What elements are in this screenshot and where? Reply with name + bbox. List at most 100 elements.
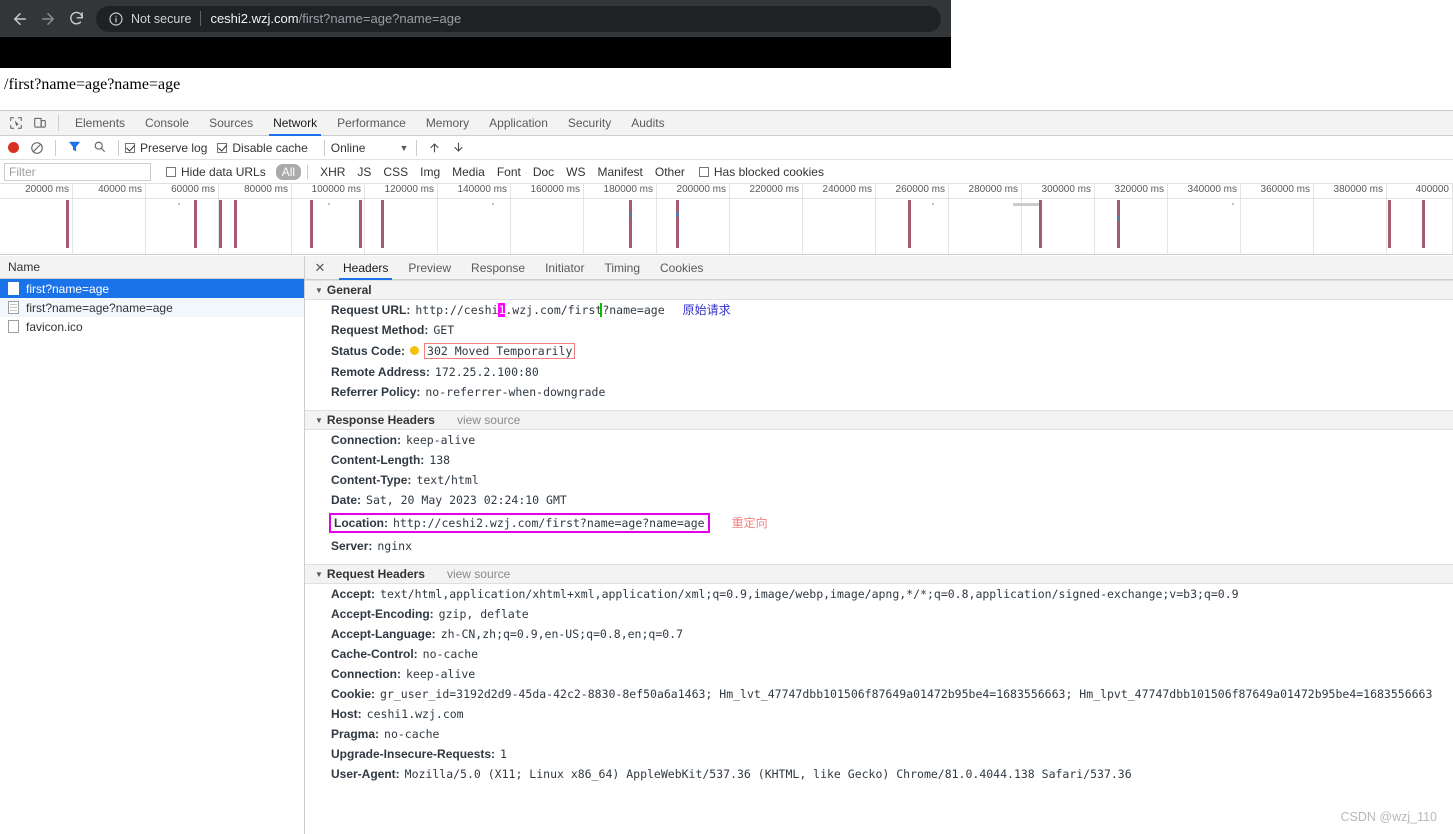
filter-type-xhr[interactable]: XHR <box>314 164 351 180</box>
inspect-element-icon[interactable] <box>4 112 28 134</box>
overview-tick-label: 360000 ms <box>1260 184 1310 195</box>
overview-request-dot <box>328 203 330 205</box>
security-status-label: Not secure <box>131 11 192 26</box>
header-value: 138 <box>429 453 451 467</box>
view-source-link[interactable]: view source <box>447 567 510 581</box>
url-path: /first?name=age?name=age <box>298 11 462 26</box>
tab-sources[interactable]: Sources <box>199 111 263 136</box>
request-url-query-annotation: ?name=age <box>600 303 665 317</box>
request-row-favicon[interactable]: favicon.ico <box>0 317 304 336</box>
section-request-headers[interactable]: ▼ Request Headers view source <box>305 564 1453 584</box>
checkbox-box <box>166 166 176 177</box>
tab-headers[interactable]: Headers <box>333 256 398 280</box>
row-server: Server: nginx <box>305 536 1453 556</box>
row-pragma: Pragma: no-cache <box>305 724 1453 744</box>
header-value: text/html,application/xhtml+xml,applicat… <box>380 587 1239 601</box>
network-filterbar: Hide data URLs All XHR JS CSS Img Media … <box>0 160 1453 184</box>
request-list-header[interactable]: Name <box>0 256 304 279</box>
device-toolbar-icon[interactable] <box>28 112 52 134</box>
toolbar-divider <box>323 139 325 156</box>
referrer-policy-label: Referrer Policy: <box>331 385 421 399</box>
filter-type-other[interactable]: Other <box>649 164 691 180</box>
filter-type-js[interactable]: JS <box>351 164 377 180</box>
tab-console[interactable]: Console <box>135 111 199 136</box>
request-list-panel: Name first?name=age first?name=age?name=… <box>0 256 305 834</box>
view-source-link[interactable]: view source <box>457 413 520 427</box>
tab-elements[interactable]: Elements <box>65 111 135 136</box>
overview-request-bar <box>1117 200 1120 248</box>
tab-preview[interactable]: Preview <box>398 256 461 280</box>
page-viewport <box>0 68 1453 110</box>
throttling-dropdown[interactable]: Online ▼ <box>331 141 411 155</box>
annotation-redirect: 重定向 <box>731 516 768 530</box>
filter-type-ws[interactable]: WS <box>560 164 591 180</box>
preserve-log-checkbox[interactable]: Preserve log <box>125 141 207 155</box>
row-cache-control: Cache-Control: no-cache <box>305 644 1453 664</box>
tab-network[interactable]: Network <box>263 111 327 136</box>
network-overview-timeline[interactable]: 20000 ms 40000 ms 60000 ms 80000 ms 1000… <box>0 184 1453 255</box>
close-icon[interactable]: ✕ <box>311 259 329 277</box>
overview-tick-label: 340000 ms <box>1187 184 1237 195</box>
export-har-icon[interactable] <box>452 141 466 155</box>
tab-audits[interactable]: Audits <box>621 111 674 136</box>
tab-memory[interactable]: Memory <box>416 111 479 136</box>
request-url-value: http://ceshi1.wzj.com/first?name=age <box>415 303 665 317</box>
section-general[interactable]: ▼ General <box>305 280 1453 300</box>
disable-cache-checkbox[interactable]: Disable cache <box>217 141 308 155</box>
filter-type-img[interactable]: Img <box>414 164 446 180</box>
has-blocked-cookies-label: Has blocked cookies <box>713 164 824 179</box>
overview-tick-label: 220000 ms <box>749 184 799 195</box>
info-circle-icon[interactable] <box>108 11 124 27</box>
tab-application[interactable]: Application <box>479 111 558 136</box>
tab-timing[interactable]: Timing <box>594 256 650 280</box>
record-stop-icon[interactable] <box>8 142 19 153</box>
reload-icon[interactable] <box>62 5 90 33</box>
section-response-headers[interactable]: ▼ Response Headers view source <box>305 410 1453 430</box>
funnel-filter-icon[interactable] <box>68 140 81 156</box>
remote-address-value: 172.25.2.100:80 <box>434 365 539 379</box>
filter-type-all[interactable]: All <box>275 163 302 180</box>
request-url-prefix: http://ceshi <box>415 303 499 317</box>
has-blocked-cookies-checkbox[interactable]: Has blocked cookies <box>698 164 824 179</box>
tab-response[interactable]: Response <box>461 256 535 280</box>
row-remote-address: Remote Address: 172.25.2.100:80 <box>305 362 1453 382</box>
filter-type-font[interactable]: Font <box>491 164 527 180</box>
checkbox-box <box>698 166 709 177</box>
browser-nav-bar: Not secure ceshi2.wzj.com/first?name=age… <box>0 0 951 37</box>
row-host: Host: ceshi1.wzj.com <box>305 704 1453 724</box>
header-value: keep-alive <box>406 667 476 681</box>
header-value: text/html <box>416 473 479 487</box>
tab-cookies[interactable]: Cookies <box>650 256 713 280</box>
filter-type-css[interactable]: CSS <box>377 164 414 180</box>
tab-performance[interactable]: Performance <box>327 111 416 136</box>
csdn-watermark: CSDN @wzj_110 <box>1340 810 1437 824</box>
hide-data-urls-checkbox[interactable]: Hide data URLs <box>166 165 266 179</box>
toolbar-divider <box>55 139 56 156</box>
tab-initiator[interactable]: Initiator <box>535 256 594 280</box>
request-row-first-name-age-name-age[interactable]: first?name=age?name=age <box>0 298 304 317</box>
overview-request-dot <box>492 203 494 205</box>
request-row-first-name-age[interactable]: first?name=age <box>0 279 304 298</box>
filter-input[interactable] <box>4 162 151 181</box>
toolbar-divider <box>58 115 59 131</box>
forward-arrow-icon[interactable] <box>34 5 62 33</box>
filter-type-manifest[interactable]: Manifest <box>592 164 649 180</box>
back-arrow-icon[interactable] <box>6 5 34 33</box>
address-bar[interactable]: Not secure ceshi2.wzj.com/first?name=age… <box>96 5 941 32</box>
section-request-headers-title: Request Headers <box>326 567 425 581</box>
devtools-panel: Elements Console Sources Network Perform… <box>0 110 1453 834</box>
filter-type-media[interactable]: Media <box>446 164 491 180</box>
toolbar-divider <box>416 139 418 156</box>
location-annotation-box: Location: http://ceshi2.wzj.com/first?na… <box>329 513 710 533</box>
import-har-icon[interactable] <box>428 141 442 155</box>
search-icon[interactable] <box>93 140 106 156</box>
tab-security[interactable]: Security <box>558 111 621 136</box>
overview-tick-label: 280000 ms <box>968 184 1018 195</box>
row-content-length: Content-Length: 138 <box>305 450 1453 470</box>
clear-network-log-icon[interactable] <box>30 141 44 155</box>
overview-request-bar <box>194 200 197 248</box>
overview-tick-label: 80000 ms <box>244 184 288 195</box>
hide-data-urls-label: Hide data URLs <box>181 164 266 179</box>
filter-type-doc[interactable]: Doc <box>527 164 560 180</box>
row-referrer-policy: Referrer Policy: no-referrer-when-downgr… <box>305 382 1453 402</box>
